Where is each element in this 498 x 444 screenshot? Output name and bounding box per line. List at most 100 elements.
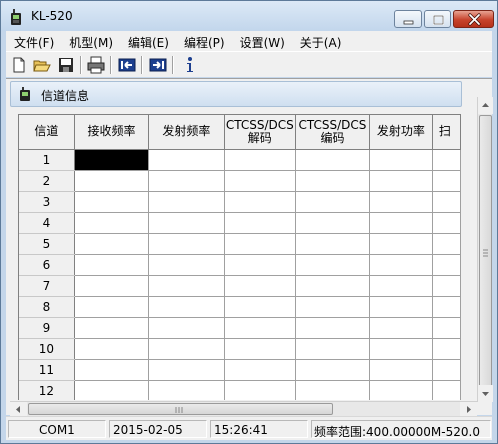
about-info-button[interactable] xyxy=(180,55,200,75)
row-header-channel[interactable]: 1 xyxy=(19,149,75,171)
cell-scan[interactable] xyxy=(432,191,461,213)
maximize-button[interactable] xyxy=(424,10,451,28)
write-to-radio-button[interactable] xyxy=(148,55,168,75)
cell-tx-power[interactable] xyxy=(369,233,433,255)
menu-about[interactable]: 关于(A) xyxy=(292,31,349,51)
cell-rx-freq[interactable] xyxy=(74,212,150,234)
cell-scan[interactable] xyxy=(432,380,461,400)
new-file-button[interactable] xyxy=(9,55,29,75)
cell-rx-freq[interactable] xyxy=(74,317,150,339)
cell-tx-power[interactable] xyxy=(369,359,433,381)
cell-tx-power[interactable] xyxy=(369,380,433,400)
cell-scan[interactable] xyxy=(432,233,461,255)
cell-ctcss-encode[interactable] xyxy=(295,254,370,276)
cell-ctcss-decode[interactable] xyxy=(224,233,297,255)
cell-tx-freq[interactable] xyxy=(148,359,225,381)
col-header-tx-power[interactable]: 发射功率 xyxy=(369,115,433,150)
cell-ctcss-decode[interactable] xyxy=(224,170,297,192)
cell-ctcss-encode[interactable] xyxy=(295,380,370,400)
cell-ctcss-encode[interactable] xyxy=(295,233,370,255)
cell-tx-power[interactable] xyxy=(369,317,433,339)
cell-ctcss-decode[interactable] xyxy=(224,380,297,400)
scroll-right-button[interactable] xyxy=(460,402,477,417)
col-header-scan[interactable]: 扫 xyxy=(432,115,461,150)
horizontal-scroll-thumb[interactable] xyxy=(28,403,333,415)
cell-ctcss-decode[interactable] xyxy=(224,254,297,276)
cell-tx-freq[interactable] xyxy=(148,380,225,400)
row-header-channel[interactable]: 2 xyxy=(19,170,75,192)
cell-rx-freq[interactable] xyxy=(74,170,150,192)
cell-tx-power[interactable] xyxy=(369,338,433,360)
minimize-button[interactable] xyxy=(394,10,422,28)
cell-ctcss-decode[interactable] xyxy=(224,275,297,297)
menu-settings[interactable]: 设置(W) xyxy=(232,31,292,51)
cell-ctcss-encode[interactable] xyxy=(295,275,370,297)
row-header-channel[interactable]: 8 xyxy=(19,296,75,318)
col-header-ctcss-decode[interactable]: CTCSS/DCS 解码 xyxy=(224,115,297,150)
row-header-channel[interactable]: 4 xyxy=(19,212,75,234)
open-button[interactable] xyxy=(32,55,52,75)
cell-tx-freq[interactable] xyxy=(148,254,225,276)
channel-grid[interactable]: 信道 接收频率 发射频率 CTCSS/DCS 解码 CTCSS/DCS 编码 发… xyxy=(18,114,461,400)
cell-tx-power[interactable] xyxy=(369,149,433,171)
cell-scan[interactable] xyxy=(432,296,461,318)
cell-tx-power[interactable] xyxy=(369,191,433,213)
cell-ctcss-decode[interactable] xyxy=(224,338,297,360)
save-button[interactable] xyxy=(56,55,76,75)
menu-program[interactable]: 编程(P) xyxy=(176,31,232,51)
vertical-scrollbar[interactable] xyxy=(477,97,493,402)
menu-model[interactable]: 机型(M) xyxy=(61,31,120,51)
cell-tx-freq[interactable] xyxy=(148,149,225,171)
cell-tx-freq[interactable] xyxy=(148,296,225,318)
cell-scan[interactable] xyxy=(432,212,461,234)
col-header-channel[interactable]: 信道 xyxy=(19,115,75,150)
cell-tx-freq[interactable] xyxy=(148,191,225,213)
print-button[interactable] xyxy=(86,55,106,75)
menu-file[interactable]: 文件(F) xyxy=(6,31,61,51)
cell-scan[interactable] xyxy=(432,317,461,339)
row-header-channel[interactable]: 10 xyxy=(19,338,75,360)
read-from-radio-button[interactable] xyxy=(117,55,137,75)
cell-rx-freq[interactable] xyxy=(74,338,150,360)
cell-scan[interactable] xyxy=(432,170,461,192)
cell-rx-freq[interactable] xyxy=(74,254,150,276)
cell-scan[interactable] xyxy=(432,359,461,381)
cell-scan[interactable] xyxy=(432,149,461,171)
cell-ctcss-encode[interactable] xyxy=(295,149,370,171)
cell-ctcss-decode[interactable] xyxy=(224,296,297,318)
cell-rx-freq[interactable] xyxy=(74,191,150,213)
cell-ctcss-decode[interactable] xyxy=(224,359,297,381)
vertical-scroll-thumb[interactable] xyxy=(479,115,492,393)
scroll-down-button[interactable] xyxy=(478,385,493,402)
row-header-channel[interactable]: 11 xyxy=(19,359,75,381)
cell-tx-power[interactable] xyxy=(369,212,433,234)
cell-ctcss-encode[interactable] xyxy=(295,317,370,339)
cell-ctcss-decode[interactable] xyxy=(224,317,297,339)
cell-ctcss-decode[interactable] xyxy=(224,191,297,213)
cell-tx-freq[interactable] xyxy=(148,212,225,234)
cell-tx-power[interactable] xyxy=(369,275,433,297)
cell-ctcss-encode[interactable] xyxy=(295,170,370,192)
cell-rx-freq[interactable] xyxy=(74,359,150,381)
cell-ctcss-encode[interactable] xyxy=(295,338,370,360)
scroll-left-button[interactable] xyxy=(10,402,27,417)
close-button[interactable] xyxy=(453,10,494,28)
cell-ctcss-encode[interactable] xyxy=(295,359,370,381)
cell-scan[interactable] xyxy=(432,275,461,297)
cell-ctcss-decode[interactable] xyxy=(224,149,297,171)
row-header-channel[interactable]: 9 xyxy=(19,317,75,339)
row-header-channel[interactable]: 3 xyxy=(19,191,75,213)
cell-tx-freq[interactable] xyxy=(148,317,225,339)
scroll-up-button[interactable] xyxy=(478,97,493,114)
cell-tx-freq[interactable] xyxy=(148,170,225,192)
cell-rx-freq[interactable] xyxy=(74,275,150,297)
cell-tx-power[interactable] xyxy=(369,254,433,276)
col-header-rx-freq[interactable]: 接收频率 xyxy=(74,115,150,150)
menu-edit[interactable]: 编辑(E) xyxy=(120,31,176,51)
cell-rx-freq[interactable] xyxy=(74,296,150,318)
cell-tx-freq[interactable] xyxy=(148,338,225,360)
cell-ctcss-encode[interactable] xyxy=(295,191,370,213)
cell-tx-freq[interactable] xyxy=(148,275,225,297)
row-header-channel[interactable]: 5 xyxy=(19,233,75,255)
horizontal-scrollbar[interactable] xyxy=(10,401,477,417)
